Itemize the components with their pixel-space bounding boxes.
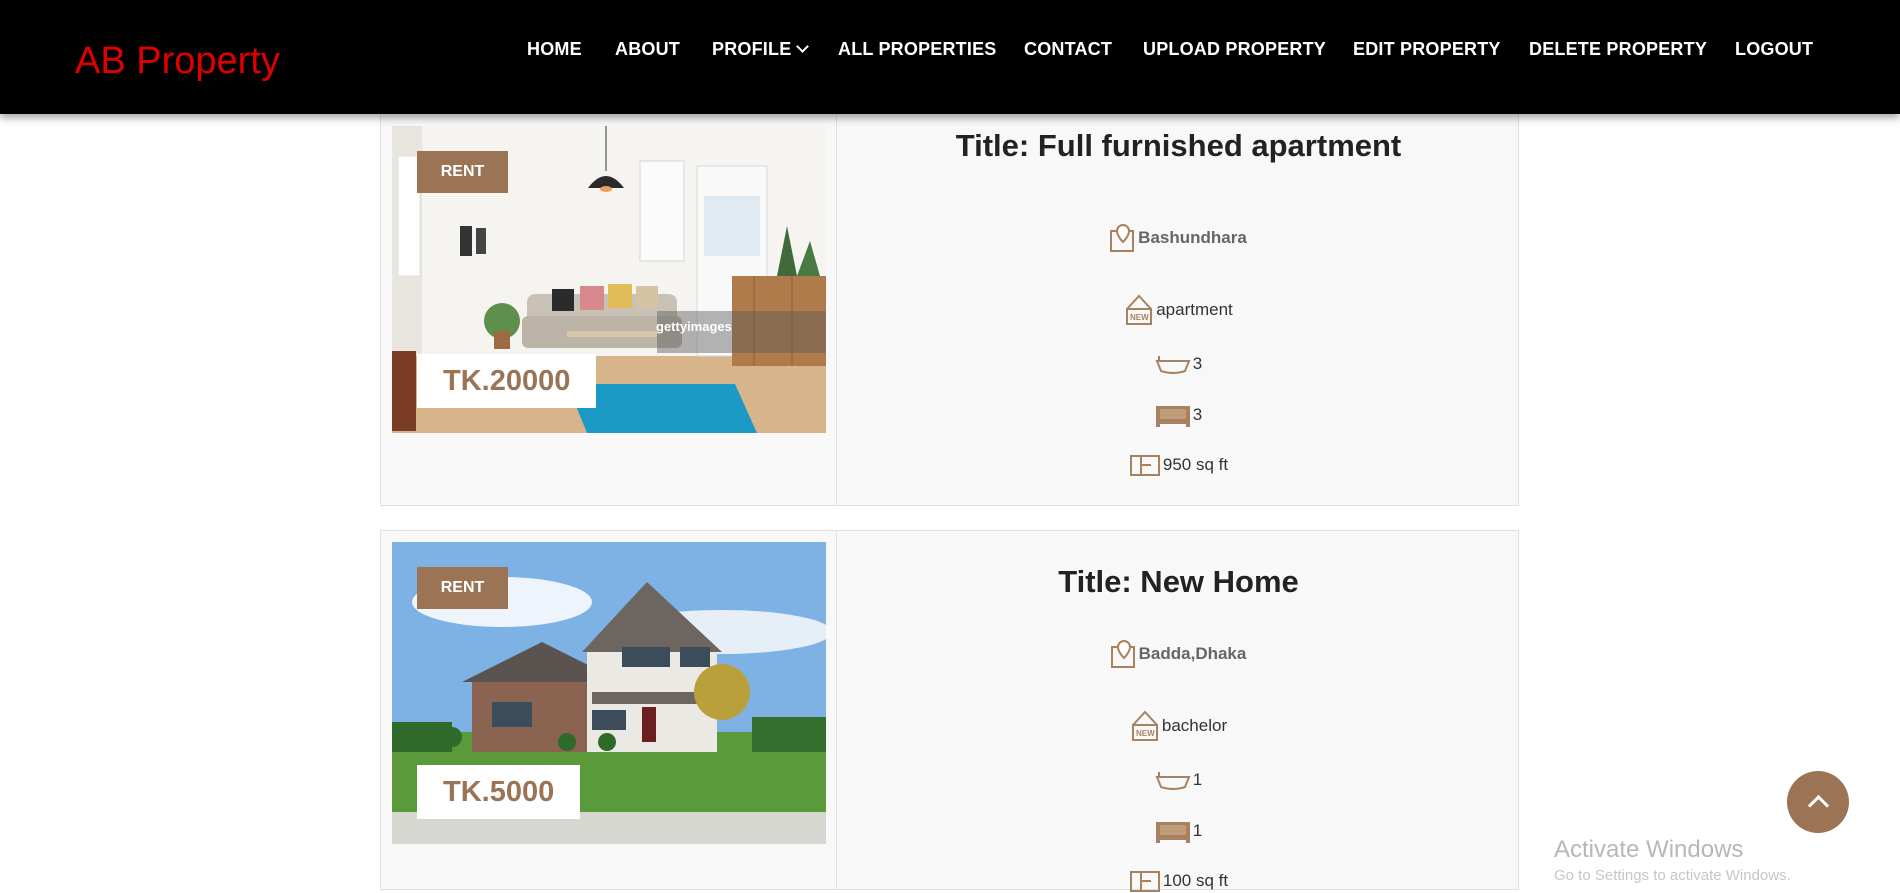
activate-windows-subtext: Go to Settings to activate Windows. bbox=[1554, 867, 1791, 884]
category-row: NEW apartment bbox=[837, 293, 1520, 327]
baths-row: 3 bbox=[837, 353, 1520, 375]
bathtub-icon bbox=[1155, 772, 1191, 790]
beds-count: 3 bbox=[1192, 405, 1203, 424]
map-pin-icon bbox=[1110, 223, 1135, 252]
beds-row: 1 bbox=[837, 819, 1520, 843]
nav-contact[interactable]: CONTACT bbox=[1024, 39, 1112, 60]
baths-count: 1 bbox=[1192, 770, 1203, 789]
location-row: Bashundhara bbox=[837, 223, 1520, 253]
beds-count: 1 bbox=[1192, 821, 1203, 840]
svg-text:NEW: NEW bbox=[1130, 313, 1149, 322]
nav-all-properties[interactable]: ALL PROPERTIES bbox=[838, 39, 997, 60]
property-title[interactable]: Title: New Home bbox=[837, 564, 1520, 600]
nav-delete-property[interactable]: DELETE PROPERTY bbox=[1529, 39, 1707, 60]
price-tag: TK.5000 bbox=[417, 765, 581, 819]
location-text: Badda,Dhaka bbox=[1138, 644, 1247, 663]
property-photo[interactable]: gettyimages RENT TK.20000 bbox=[392, 126, 826, 433]
property-photo[interactable]: RENT TK.5000 bbox=[392, 542, 826, 844]
location-row: Badda,Dhaka bbox=[837, 639, 1520, 669]
activate-windows-watermark: Activate Windows bbox=[1554, 836, 1744, 863]
category-row: NEW bachelor bbox=[837, 709, 1520, 743]
new-home-icon: NEW bbox=[1126, 294, 1153, 325]
nav-logout[interactable]: LOGOUT bbox=[1735, 39, 1813, 60]
floor-plan-icon bbox=[1129, 455, 1160, 476]
map-pin-icon bbox=[1110, 639, 1135, 668]
bed-icon bbox=[1155, 406, 1190, 427]
location-text: Bashundhara bbox=[1138, 228, 1247, 247]
listing-type-badge: RENT bbox=[417, 567, 508, 609]
chevron-down-icon bbox=[796, 40, 810, 53]
floor-plan-icon bbox=[1129, 871, 1160, 892]
property-title[interactable]: Title: Full furnished apartment bbox=[837, 128, 1520, 164]
svg-text:NEW: NEW bbox=[1136, 729, 1155, 738]
nav-edit-property[interactable]: EDIT PROPERTY bbox=[1353, 39, 1501, 60]
property-info: Title: New Home Badda,Dhaka NEW bachelor… bbox=[837, 531, 1520, 893]
property-card: gettyimages RENT TK.20000 Title: Full fu… bbox=[380, 100, 1519, 506]
scroll-to-top-button[interactable] bbox=[1787, 771, 1849, 833]
property-info: Title: Full furnished apartment Bashundh… bbox=[837, 101, 1520, 507]
baths-count: 3 bbox=[1192, 354, 1203, 373]
category-text: apartment bbox=[1156, 300, 1233, 319]
nav-home[interactable]: HOME bbox=[527, 39, 582, 60]
top-navbar: AB Property HOME ABOUT PROFILE ALL PROPE… bbox=[0, 0, 1900, 114]
beds-row: 3 bbox=[837, 403, 1520, 427]
nav-profile[interactable]: PROFILE bbox=[712, 39, 810, 60]
category-text: bachelor bbox=[1161, 716, 1228, 735]
area-text: 950 sq ft bbox=[1162, 455, 1229, 474]
nav-about[interactable]: ABOUT bbox=[615, 39, 680, 60]
nav-profile-label: PROFILE bbox=[712, 39, 792, 59]
area-row: 100 sq ft bbox=[837, 869, 1520, 893]
area-row: 950 sq ft bbox=[837, 453, 1520, 477]
bed-icon bbox=[1155, 822, 1190, 843]
bathtub-icon bbox=[1155, 356, 1191, 374]
price-tag: TK.20000 bbox=[417, 354, 597, 408]
area-text: 100 sq ft bbox=[1162, 871, 1229, 890]
stock-watermark: gettyimages bbox=[656, 319, 732, 334]
property-card: RENT TK.5000 Title: New Home Badda,Dhaka… bbox=[380, 530, 1520, 893]
brand-logo[interactable]: AB Property bbox=[75, 40, 280, 83]
new-home-icon: NEW bbox=[1131, 710, 1158, 741]
nav-upload-property[interactable]: UPLOAD PROPERTY bbox=[1143, 39, 1326, 60]
arrow-up-icon bbox=[1807, 794, 1830, 817]
baths-row: 1 bbox=[837, 769, 1520, 791]
listing-type-badge: RENT bbox=[417, 151, 508, 193]
